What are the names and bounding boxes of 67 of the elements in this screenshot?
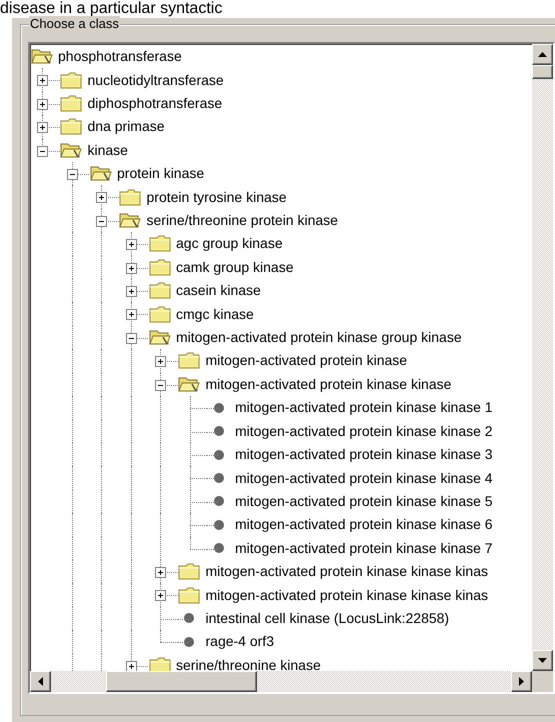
expand-icon[interactable] (126, 262, 136, 274)
collapse-icon[interactable] (155, 380, 166, 391)
expand-icon[interactable] (126, 309, 136, 320)
tree-node-label[interactable]: mitogen-activated protein kinase kinase 6 (235, 514, 493, 536)
tree-node-label[interactable]: intestinal cell kinase (LocusLink:22858) (206, 608, 450, 629)
tree-node-label[interactable]: mitogen-activated protein kinase group kinase (176, 327, 462, 348)
tree-node-label[interactable]: dna primase (88, 116, 165, 138)
scroll-thumb[interactable] (532, 65, 553, 79)
tree-node-label[interactable]: mitogen-activated protein kinase kinase kinas (206, 584, 488, 606)
expand-icon[interactable] (37, 122, 48, 134)
scroll-up-button[interactable] (532, 44, 553, 65)
tree-node-label[interactable]: rage-4 orf3 (206, 631, 274, 652)
tree-node-label[interactable]: mitogen-activated protein kinase kinase 7 (235, 538, 493, 559)
tree-node-label[interactable]: mitogen-activated protein kinase kinase 3 (235, 444, 493, 466)
leaf-dot-icon (184, 613, 194, 624)
tree-node-label[interactable]: nucleotidyltransferase (88, 70, 224, 91)
tree-node-label[interactable]: mitogen-activated protein kinase kinase 5 (235, 490, 493, 512)
leaf-dot-icon (214, 426, 224, 436)
leaf-dot-icon (214, 402, 224, 413)
collapse-icon[interactable] (66, 169, 78, 180)
tree-node-label[interactable]: mitogen-activated protein kinase (206, 350, 408, 372)
leaf-dot-icon (214, 543, 224, 554)
expand-icon[interactable] (126, 660, 136, 671)
tree-node-label[interactable]: mitogen-activated protein kinase kinase (206, 374, 452, 395)
tree-node-label[interactable]: phosphotransferase (58, 46, 182, 68)
leaf-dot-icon (214, 520, 224, 530)
page-heading: disease in a particular syntactic (0, 0, 222, 18)
left-arrow-icon (38, 677, 43, 686)
tree-node-label[interactable]: serine/threonine protein kinase (146, 210, 338, 232)
down-arrow-icon (538, 658, 547, 663)
tree-node-label[interactable]: serine/threonine kinase (176, 654, 321, 671)
tree-node-label[interactable]: mitogen-activated protein kinase kinase 2 (235, 420, 493, 442)
leaf-dot-icon (184, 636, 194, 647)
collapse-icon[interactable] (96, 216, 107, 227)
collapse-icon[interactable] (126, 332, 136, 344)
tree-node-label[interactable]: diphosphotransferase (88, 93, 222, 114)
expand-icon[interactable] (155, 356, 166, 368)
tree-node-label[interactable]: cmgc kinase (176, 304, 254, 325)
tree-node-label[interactable]: camk group kinase (176, 256, 294, 278)
scroll-right-button[interactable] (511, 671, 532, 692)
expand-icon[interactable] (126, 239, 136, 250)
tree-node-label[interactable]: mitogen-activated protein kinase kinase 1 (235, 397, 493, 418)
tree-node-label[interactable]: agc group kinase (176, 233, 283, 254)
tree-node-label[interactable]: kinase (88, 140, 128, 161)
collapse-icon[interactable] (37, 146, 48, 157)
tree-node-label[interactable]: mitogen-activated protein kinase kinase 4 (235, 468, 493, 489)
tree-node-label[interactable]: protein kinase (117, 163, 204, 184)
expand-icon[interactable] (96, 192, 107, 204)
leaf-dot-icon (214, 450, 224, 460)
tree-node-label[interactable]: casein kinase (176, 280, 261, 302)
expand-icon[interactable] (155, 566, 166, 578)
expand-icon[interactable] (126, 286, 136, 298)
right-arrow-icon (519, 677, 524, 686)
scroll-left-button[interactable] (30, 671, 51, 692)
expand-icon[interactable] (37, 98, 48, 110)
vertical-scrollbar[interactable] (532, 44, 553, 671)
up-arrow-icon (538, 52, 547, 57)
leaf-dot-icon (214, 473, 224, 484)
horizontal-scrollbar[interactable] (30, 671, 532, 692)
scroll-down-button[interactable] (532, 650, 553, 671)
expand-icon[interactable] (155, 590, 166, 602)
leaf-dot-icon (214, 496, 224, 506)
tree-node-label[interactable]: protein tyrosine kinase (146, 186, 287, 208)
expand-icon[interactable] (37, 75, 48, 86)
tree-node-label[interactable]: mitogen-activated protein kinase kinase kinas (206, 561, 488, 582)
scroll-thumb[interactable] (106, 671, 257, 692)
scrollbar-corner (532, 671, 553, 692)
